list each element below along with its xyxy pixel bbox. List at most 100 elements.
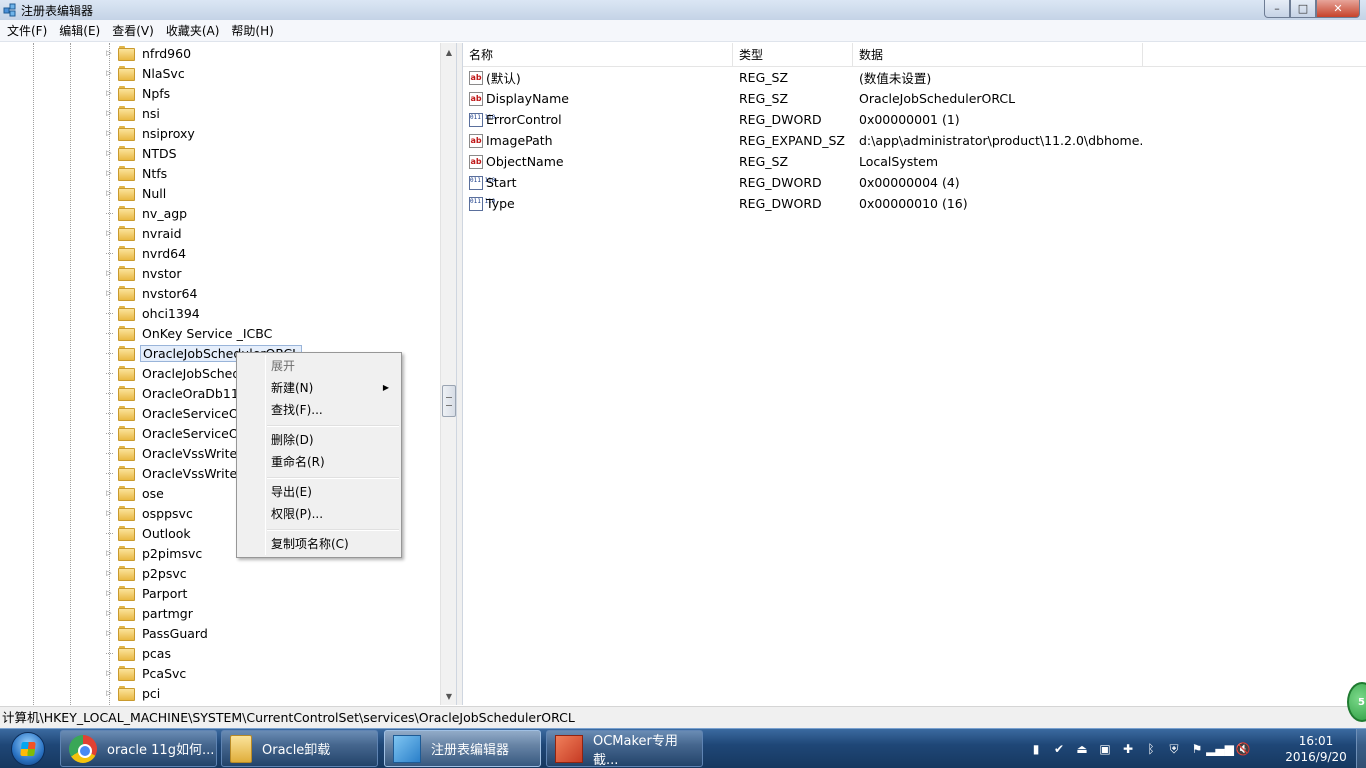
bluetooth-tray-icon[interactable]: ᛒ [1143,741,1159,757]
clock[interactable]: 16:01 2016/9/20 [1282,733,1350,765]
tree-item[interactable]: ▷ PcaSvc [104,663,188,683]
value-row[interactable]: 011 110 Type REG_DWORD 0x00000010 (16) [463,193,1143,214]
tree-item[interactable]: ▷ nvraid [104,223,184,243]
tree-item[interactable]: ▷ nsi [104,103,162,123]
security-tray-icon[interactable]: ✔ [1051,741,1067,757]
cm-delete[interactable]: 删除(D) [239,429,399,451]
cm-permissions[interactable]: 权限(P)... [239,503,399,525]
taskbar-button-folder[interactable]: Oracle卸载 [221,730,378,767]
cm-copy-key-name[interactable]: 复制项名称(C) [239,533,399,555]
tree-item[interactable]: ▷ nfrd960 [104,43,193,63]
tree-item[interactable]: nv_agp [104,203,189,223]
value-row[interactable]: 011 110 ErrorControl REG_DWORD 0x00000001 (… [463,109,1143,130]
expand-arrow-icon[interactable]: ▷ [104,263,114,283]
expand-arrow-icon[interactable]: ▷ [104,183,114,203]
tree-item[interactable]: OracleServiceOR [104,403,249,423]
battery-tray-icon[interactable]: ▮ [1028,741,1044,757]
close-button[interactable]: ✕ [1316,0,1360,18]
scroll-thumb[interactable] [442,385,456,417]
expand-arrow-icon[interactable]: ▷ [104,283,114,303]
tree-item[interactable]: ▷ p2pimsvc [104,543,204,563]
expand-arrow-icon[interactable]: ▷ [104,663,114,683]
taskbar-button-browser[interactable]: oracle 11g如何... [60,730,217,767]
expand-arrow-icon[interactable]: ▷ [104,583,114,603]
tree-item[interactable]: ▷ nvstor64 [104,283,199,303]
scroll-up-arrow[interactable]: ▲ [441,44,456,60]
tree-item[interactable]: OracleJobSchedu [104,363,250,383]
tree-item[interactable]: ▷ Npfs [104,83,172,103]
menu-favorites[interactable]: 收藏夹(A) [160,20,226,42]
tree-item[interactable]: ▷ p2psvc [104,563,189,583]
menu-help[interactable]: 帮助(H) [225,20,279,42]
expand-arrow-icon[interactable]: ▷ [104,163,114,183]
tree-item[interactable]: ▷ Parport [104,583,189,603]
tree-item[interactable]: OracleOraDb11g [104,383,249,403]
tree-item[interactable]: pcas [104,643,173,663]
menu-view[interactable]: 查看(V) [106,20,160,42]
tree-item[interactable]: Outlook [104,523,193,543]
start-button[interactable] [2,730,54,768]
tree-item[interactable]: ohci1394 [104,303,202,323]
value-row[interactable]: ab (默认) REG_SZ (数值未设置) [463,67,1143,88]
minimize-button[interactable]: – [1264,0,1290,18]
value-row[interactable]: ab ImagePath REG_EXPAND_SZ d:\app\administr… [463,130,1143,151]
tree-scrollbar[interactable]: ▲ ▼ [440,43,456,705]
cm-rename[interactable]: 重命名(R) [239,451,399,473]
tree-item[interactable]: ▷ PassGuard [104,623,210,643]
plus-tray-icon[interactable]: ✚ [1120,741,1136,757]
tree-item[interactable]: OnKey Service _ICBC [104,323,274,343]
value-row[interactable]: ab DisplayName REG_SZ OracleJobSchedulerORC… [463,88,1143,109]
tree-item[interactable]: ▷ nsiproxy [104,123,197,143]
tree-item[interactable]: ▷ ose [104,483,166,503]
tree-item[interactable]: ▷ Ntfs [104,163,169,183]
volume-muted-tray-icon[interactable]: 🔇 [1235,741,1251,757]
expand-arrow-icon[interactable]: ▷ [104,223,114,243]
expand-arrow-icon[interactable]: ▷ [104,103,114,123]
flag-tray-icon[interactable]: ⚑ [1189,741,1205,757]
show-desktop-button[interactable] [1356,729,1366,768]
expand-arrow-icon[interactable]: ▷ [104,123,114,143]
tree-item[interactable]: OracleVssWriter( [104,443,249,463]
tree-item[interactable]: nvrd64 [104,243,188,263]
maximize-button[interactable]: □ [1290,0,1316,18]
expand-arrow-icon[interactable]: ▷ [104,563,114,583]
cm-export[interactable]: 导出(E) [239,481,399,503]
taskbar-button-ocmaker[interactable]: OCMaker专用截... [546,730,703,768]
expand-arrow-icon[interactable]: ▷ [104,503,114,523]
value-row[interactable]: ab ObjectName REG_SZ LocalSystem [463,151,1143,172]
tree-item[interactable]: ▷ NTDS [104,143,179,163]
column-header-data[interactable]: 数据 [853,43,1143,67]
expand-arrow-icon[interactable]: ▷ [104,603,114,623]
shield-tray-icon[interactable]: ⛨ [1166,741,1182,757]
expand-arrow-icon[interactable]: ▷ [104,623,114,643]
tree-item[interactable]: ▷ NlaSvc [104,63,187,83]
tree-item[interactable]: ▷ nvstor [104,263,184,283]
tree-item[interactable]: OracleServiceOR [104,423,249,443]
network-monitor-tray-icon[interactable]: ▣ [1097,741,1113,757]
expand-arrow-icon[interactable]: ▷ [104,83,114,103]
taskbar-button-regedit[interactable]: 注册表编辑器 [384,730,541,767]
column-header-name[interactable]: 名称 [463,43,733,67]
tree-item[interactable]: ▷ Null [104,183,168,203]
menu-file[interactable]: 文件(F) [1,20,53,42]
expand-arrow-icon[interactable]: ▷ [104,143,114,163]
usb-tray-icon[interactable]: ⏏ [1074,741,1090,757]
expand-arrow-icon[interactable]: ▷ [104,63,114,83]
cm-find[interactable]: 查找(F)... [239,399,399,421]
scroll-down-arrow[interactable]: ▼ [441,688,456,704]
expand-arrow-icon[interactable]: ▷ [104,543,114,563]
tree-item[interactable]: ▷ partmgr [104,603,195,623]
tree-item[interactable]: ▷ pci [104,683,162,703]
tree-item[interactable]: OracleVssWriter( [104,463,249,483]
cm-expand[interactable]: 展开 [239,355,399,377]
column-header-type[interactable]: 类型 [733,43,853,67]
values-list[interactable]: 名称 类型 数据 ab (默认) REG_SZ (数值未设置) ab DisplayNam… [462,43,1366,705]
expand-arrow-icon[interactable]: ▷ [104,683,114,703]
expand-arrow-icon[interactable]: ▷ [104,483,114,503]
value-row[interactable]: 011 110 Start REG_DWORD 0x00000004 (4) [463,172,1143,193]
menu-edit[interactable]: 编辑(E) [53,20,106,42]
signal-tray-icon[interactable]: ▂▄▆ [1206,741,1234,757]
expand-arrow-icon[interactable]: ▷ [104,43,114,63]
cm-new[interactable]: 新建(N) ▶ [239,377,399,399]
tree-item[interactable]: ▷ osppsvc [104,503,195,523]
